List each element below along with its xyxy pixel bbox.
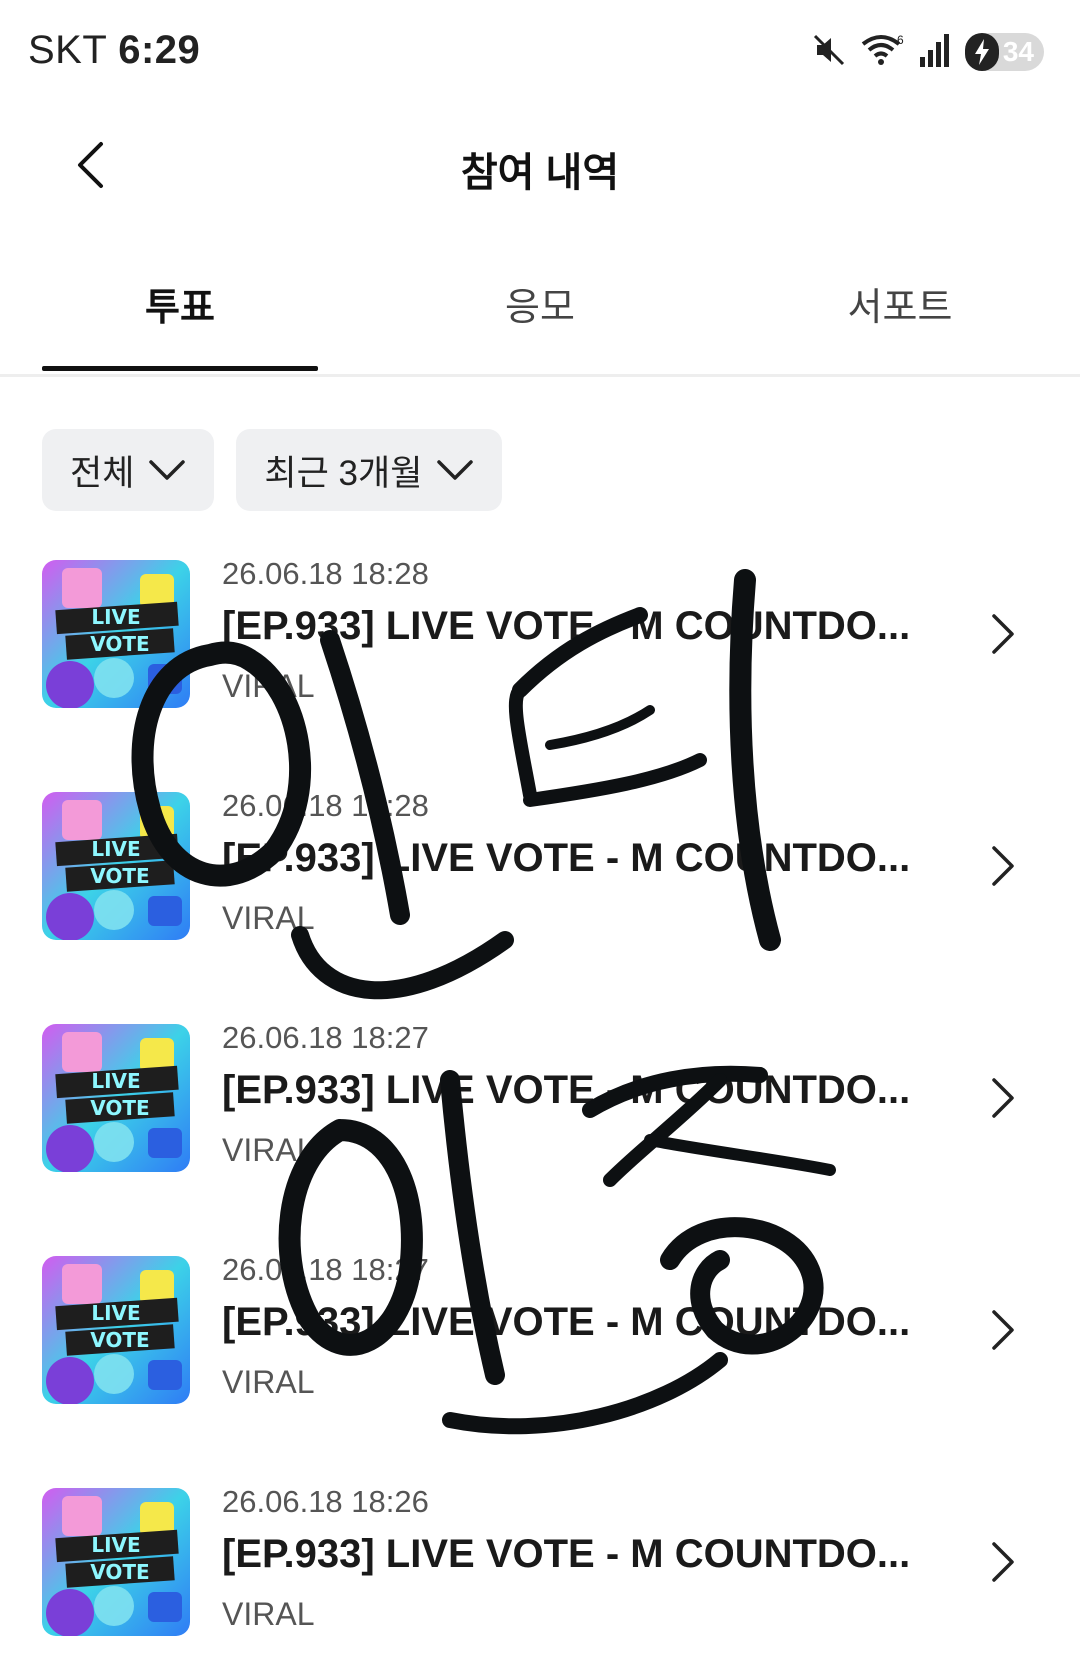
svg-text:6: 6 xyxy=(897,33,904,47)
item-title: [EP.933] LIVE VOTE - M COUNTDO... xyxy=(222,836,911,880)
list-item[interactable]: LIVE VOTE 26.06.18 18:28 [EP.933] LIVE V… xyxy=(0,548,1080,748)
item-title: [EP.933] LIVE VOTE - M COUNTDO... xyxy=(222,1532,911,1576)
item-date: 26.06.18 18:26 xyxy=(222,1484,429,1519)
vote-thumbnail: LIVE VOTE xyxy=(42,1256,190,1404)
chevron-right-icon xyxy=(992,614,1014,654)
signal-icon xyxy=(919,33,951,72)
list-item[interactable]: LIVE VOTE 26.06.18 18:28 [EP.933] LIVE V… xyxy=(0,780,1080,980)
active-tab-indicator xyxy=(42,366,318,371)
thumbnail-line1: LIVE xyxy=(91,1069,140,1093)
item-subtitle: VIRAL xyxy=(222,1364,315,1400)
tab-entry[interactable]: 응모 xyxy=(390,276,690,331)
status-bar: SKT 6:29 6 34 xyxy=(0,0,1080,104)
list-item[interactable]: LIVE VOTE 26.06.18 18:26 [EP.933] LIVE V… xyxy=(0,1476,1080,1676)
item-subtitle: VIRAL xyxy=(222,900,315,936)
thumbnail-line1: LIVE xyxy=(91,837,140,861)
item-subtitle: VIRAL xyxy=(222,668,315,704)
filter-type-dropdown[interactable]: 전체 xyxy=(42,429,215,511)
vote-thumbnail: LIVE VOTE xyxy=(42,1488,190,1636)
filter-period-dropdown[interactable]: 최근 3개월 xyxy=(236,429,503,511)
item-date: 26.06.18 18:27 xyxy=(222,1020,429,1055)
chevron-right-icon xyxy=(992,1310,1014,1350)
filter-type-label: 전체 xyxy=(70,453,135,493)
battery-charging-icon: 34 xyxy=(964,33,1044,71)
item-title: [EP.933] LIVE VOTE - M COUNTDO... xyxy=(222,1068,911,1112)
item-title: [EP.933] LIVE VOTE - M COUNTDO... xyxy=(222,604,911,648)
wifi-icon: 6 xyxy=(861,32,905,73)
vote-thumbnail: LIVE VOTE xyxy=(42,560,190,708)
chevron-down-icon xyxy=(437,460,474,480)
tab-bar: 투표 응모 서포트 xyxy=(0,240,1080,377)
status-carrier-time: SKT 6:29 xyxy=(28,28,200,73)
thumbnail-line2: VOTE xyxy=(90,1096,149,1120)
clock-time: 6:29 xyxy=(118,28,201,72)
tab-support[interactable]: 서포트 xyxy=(750,276,1050,331)
item-subtitle: VIRAL xyxy=(222,1132,315,1168)
item-subtitle: VIRAL xyxy=(222,1596,315,1632)
filter-period-label: 최근 3개월 xyxy=(264,453,423,493)
item-date: 26.06.18 18:28 xyxy=(222,788,429,823)
chevron-right-icon xyxy=(992,1078,1014,1118)
vote-thumbnail: LIVE VOTE xyxy=(42,792,190,940)
filter-bar: 전체 최근 3개월 xyxy=(42,429,503,511)
item-title: [EP.933] LIVE VOTE - M COUNTDO... xyxy=(222,1300,911,1344)
thumbnail-line1: LIVE xyxy=(91,1533,140,1557)
battery-percent: 34 xyxy=(1002,36,1034,67)
thumbnail-line2: VOTE xyxy=(90,1328,149,1352)
page-title: 참여 내역 xyxy=(460,151,620,195)
thumbnail-line1: LIVE xyxy=(91,605,140,629)
list-item[interactable]: LIVE VOTE 26.06.18 18:27 [EP.933] LIVE V… xyxy=(0,1012,1080,1212)
item-date: 26.06.18 18:28 xyxy=(222,556,429,591)
app-header: 참여 내역 xyxy=(0,110,1080,220)
thumbnail-line2: VOTE xyxy=(90,632,149,656)
chevron-right-icon xyxy=(992,1542,1014,1582)
tab-vote[interactable]: 투표 xyxy=(30,276,330,331)
vote-thumbnail: LIVE VOTE xyxy=(42,1024,190,1172)
mute-icon xyxy=(811,32,847,73)
status-icons: 6 34 xyxy=(811,30,1044,74)
thumbnail-line1: LIVE xyxy=(91,1301,140,1325)
carrier-name: SKT xyxy=(28,28,107,72)
list-item[interactable]: LIVE VOTE 26.06.18 18:27 [EP.933] LIVE V… xyxy=(0,1244,1080,1444)
thumbnail-line2: VOTE xyxy=(90,864,149,888)
item-date: 26.06.18 18:27 xyxy=(222,1252,429,1287)
chevron-right-icon xyxy=(992,846,1014,886)
thumbnail-line2: VOTE xyxy=(90,1560,149,1584)
chevron-down-icon xyxy=(149,460,186,480)
